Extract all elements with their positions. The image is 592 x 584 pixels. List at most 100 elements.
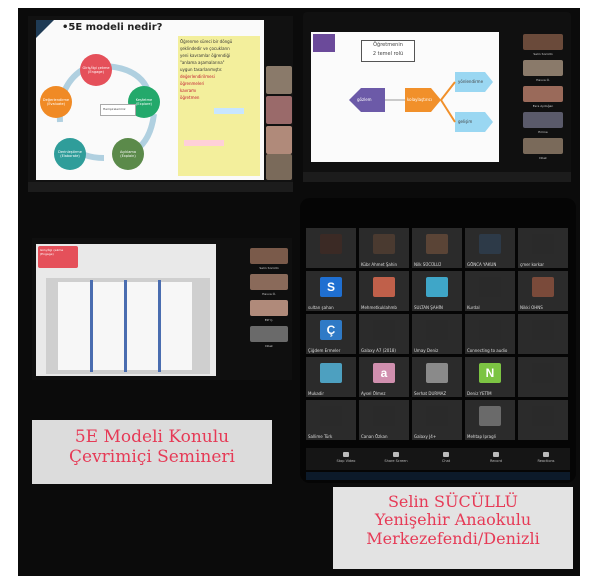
caption-left-line: Çevrimiçi Semineri (69, 446, 235, 467)
participant-video[interactable] (266, 96, 292, 124)
gallery-view: Kübr Ahmet Şahin Nilk SÜCÜLLÜ GÖNCA YAKUN ç… (306, 228, 570, 444)
cycle-node: Değerlendirme (Evaluate) (40, 86, 72, 118)
participant-video[interactable] (523, 138, 563, 154)
participant-tile[interactable]: Nikki OHNS (518, 271, 568, 311)
participant-name: Selin Sücüllü (533, 52, 553, 56)
participant-video[interactable] (266, 66, 292, 94)
participant-tile[interactable]: Kübr Ahmet Şahin (359, 228, 409, 268)
participant-name: SULTAN ŞAHİN (414, 305, 443, 310)
slide-engage-board: Giriş/İlgi çekme (Engage) (36, 244, 216, 376)
zoom-window-1: •5E modeli nedir? Giriş/İlgi çekme (Enga… (28, 16, 293, 192)
zoom-toolbar (303, 172, 571, 182)
avatar-letter: N (485, 366, 495, 380)
participant-video[interactable] (250, 300, 288, 316)
participant-name: Havva Ö. (536, 78, 550, 82)
slide-teacher-roles: Öğretmenin 2 temel rolü gözlem kolaylaşt… (311, 32, 499, 162)
cycle-node: Açıklama (Explain) (112, 138, 144, 170)
participant-tile[interactable]: Connecting to audio (465, 314, 515, 354)
zoom-toolbar: Stop Video Share Screen Chat Record Reaction… (306, 448, 570, 470)
toolbar-button[interactable]: Record (476, 452, 516, 466)
side-text-line: "anlama aşamalarına" (180, 60, 225, 65)
participant-tile[interactable]: Galaxy A7 (2018) (359, 314, 409, 354)
participant-video[interactable] (523, 34, 563, 50)
participant-video[interactable] (266, 154, 292, 180)
participant-avatar (426, 363, 448, 383)
participant-tile[interactable]: Mukadir (306, 357, 356, 397)
participant-tile[interactable]: GÖNCA YAKUN (465, 228, 515, 268)
paper-sheet (58, 282, 90, 370)
collage: •5E modeli nedir? Giriş/İlgi çekme (Enga… (0, 0, 592, 584)
side-text-line: şeklindedir ve çocukların (180, 46, 230, 51)
toolbar-button[interactable]: Stop Video (326, 452, 366, 466)
participant-video[interactable] (523, 86, 563, 102)
participant-name: Dilek (265, 344, 273, 348)
participant-video[interactable] (523, 60, 563, 76)
annotation-popup: Hemşirelerimiz (100, 104, 136, 116)
participant-video[interactable] (266, 126, 292, 154)
participant-video[interactable] (523, 112, 563, 128)
participant-avatar (426, 406, 448, 426)
participant-tile[interactable]: Ç Çiğdem Ermeler (306, 314, 356, 354)
participant-name: Deniz YETİM (467, 391, 492, 396)
caption-left-line: 5E Modeli Konulu (74, 427, 230, 447)
participant-avatar (373, 320, 395, 340)
caption-right-line: Yenişehir Anaokulu (374, 510, 532, 530)
participant-name: Serhat DURMAZ (414, 391, 447, 396)
participant-tile[interactable]: Kurdal (465, 271, 515, 311)
participant-video[interactable] (250, 326, 288, 342)
participant-tile[interactable]: Canan Özkan (359, 400, 409, 440)
slide-logo (313, 34, 335, 52)
participant-name: Elif Ç. (264, 318, 274, 322)
role-label: yönlendirme (458, 79, 484, 84)
toolbar-label: Reactions (537, 459, 555, 463)
zoom-toolbar (28, 182, 293, 192)
participant-avatar: N (479, 363, 501, 383)
participant-avatar (373, 277, 395, 297)
participant-tile[interactable] (518, 400, 568, 440)
toolbar-icon (393, 452, 399, 457)
side-text-line: yeni kavramlar öğrendiği (180, 53, 231, 58)
cycle-node-label: Giriş/İlgi çekme (Engage) (82, 66, 110, 74)
participant-name: Havva Ö. (262, 292, 276, 296)
participant-tile[interactable]: a Aysel Ölmez (359, 357, 409, 397)
side-text-lines: Öğrenme süreci bir döngü şeklindedir ve ç… (178, 36, 260, 103)
roles-title-line: 2 temel rolü (372, 51, 404, 57)
toolbar-button[interactable]: Reactions (526, 452, 566, 466)
participant-tile[interactable]: Nilk SÜCÜLLÜ (412, 228, 462, 268)
participant-tile[interactable]: çmer korkar (518, 228, 568, 268)
participant-tile[interactable] (518, 357, 568, 397)
participant-avatar (532, 363, 554, 383)
participant-video[interactable] (250, 248, 288, 264)
participant-avatar: Ç (320, 320, 342, 340)
toolbar-icon (543, 452, 549, 457)
participant-name: Mehtap Ipragli (467, 434, 496, 439)
participant-avatar (532, 234, 554, 254)
toolbar-button[interactable]: Chat (426, 452, 466, 466)
participant-avatar (320, 234, 342, 254)
participant-tile[interactable]: Umay Deniz (412, 314, 462, 354)
participant-name: Emine (538, 130, 548, 134)
caption-right-line: Merkezefendi/Denizli (366, 528, 540, 548)
participant-tile[interactable]: Mehtap Ipragli (465, 400, 515, 440)
participant-tile[interactable] (306, 228, 356, 268)
avatar-letter: Ç (326, 323, 336, 337)
participant-name: Sallime Türk (308, 434, 333, 439)
participant-tile[interactable]: N Deniz YETİM (465, 357, 515, 397)
participant-tile[interactable]: Serhat DURMAZ (412, 357, 462, 397)
participant-avatar (320, 406, 342, 426)
caption-right: Selin SÜCÜLLÜ Yenişehir Anaokulu Merkeze… (333, 492, 573, 548)
participant-tile[interactable]: Sallime Türk (306, 400, 356, 440)
participant-video[interactable] (250, 274, 288, 290)
toolbar-button[interactable]: Share Screen (376, 452, 416, 466)
participant-avatar (532, 320, 554, 340)
participant-avatar: S (320, 277, 342, 297)
participant-name: Aysel Ölmez (361, 391, 386, 396)
participant-tile[interactable]: Galaxy J4+ (412, 400, 462, 440)
side-text-line: Öğrenme süreci bir döngü (180, 39, 233, 44)
participant-tile[interactable]: SULTAN ŞAHİN (412, 271, 462, 311)
participant-tile[interactable]: Mehmetkuklahmb (359, 271, 409, 311)
participant-tile[interactable]: Ssultan şahan (306, 271, 356, 311)
cycle-nodes: Giriş/İlgi çekme (Engage) Keşfetme (Explo… (36, 20, 176, 180)
tape-strip (124, 280, 127, 372)
participant-tile[interactable] (518, 314, 568, 354)
